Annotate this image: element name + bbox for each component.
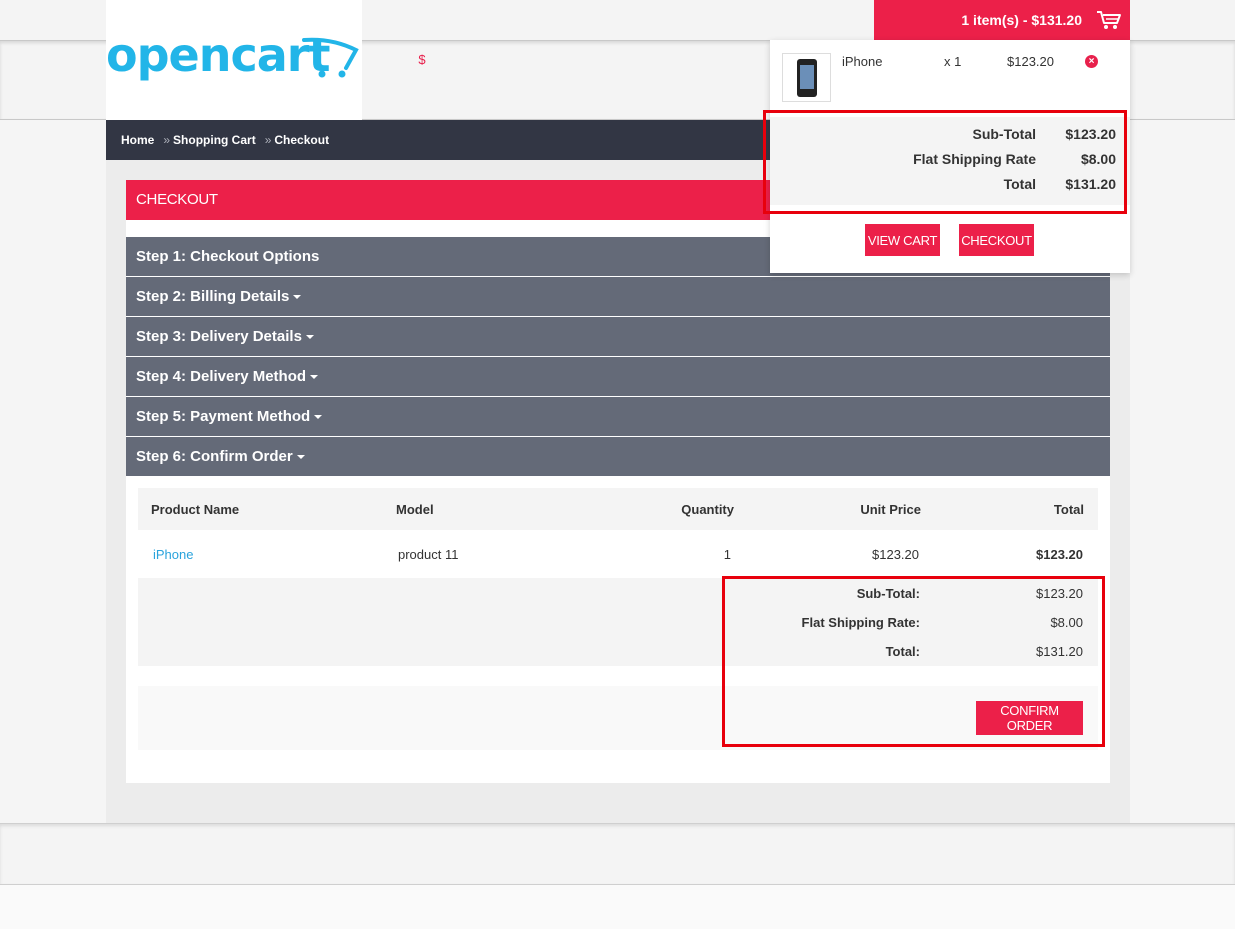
step-label: Step 1: Checkout Options xyxy=(136,248,320,265)
iphone-image xyxy=(796,58,817,97)
footer xyxy=(0,823,1235,885)
breadcrumb-home[interactable]: Home xyxy=(121,133,154,147)
breadcrumb-checkout[interactable]: Checkout xyxy=(274,133,329,147)
header-model: Model xyxy=(396,501,434,517)
currency-selector[interactable]: $ xyxy=(412,50,432,70)
step-label: Step 4: Delivery Method xyxy=(136,368,307,385)
checkout-button[interactable]: CHECKOUT xyxy=(959,224,1034,256)
caret-down-icon xyxy=(293,295,302,300)
product-total: $123.20 xyxy=(1036,547,1083,562)
step-payment-method[interactable]: Step 5: Payment Method xyxy=(126,397,1110,436)
step-label: Step 2: Billing Details xyxy=(136,288,290,305)
header-quantity: Quantity xyxy=(681,501,734,517)
product-quantity: 1 xyxy=(723,547,731,562)
breadcrumb: Home » Shopping Cart » Checkout xyxy=(106,120,786,160)
header-product-name: Product Name xyxy=(151,501,240,517)
product-unit-price: $123.20 xyxy=(872,547,919,562)
cart-item-name[interactable]: iPhone xyxy=(842,54,882,69)
remove-icon[interactable]: × xyxy=(1085,55,1098,68)
product-thumbnail[interactable] xyxy=(782,53,831,102)
step-billing-details[interactable]: Step 2: Billing Details xyxy=(126,277,1110,316)
caret-down-icon xyxy=(314,415,323,420)
page-bottom xyxy=(0,885,1235,929)
highlight-order-totals xyxy=(722,576,1105,747)
table-row: iPhone product 11 1 $123.20 $123.20 xyxy=(138,532,1098,577)
cart-item-price: $123.20 xyxy=(1007,54,1054,69)
logo-cart-icon xyxy=(302,37,359,78)
cart-button[interactable]: 1 item(s) - $131.20 xyxy=(874,0,1130,40)
header-unit-price: Unit Price xyxy=(860,501,921,517)
step-label: Step 3: Delivery Details xyxy=(136,328,302,345)
caret-down-icon xyxy=(305,335,314,340)
view-cart-button[interactable]: VIEW CART xyxy=(865,224,940,256)
step-label: Step 5: Payment Method xyxy=(136,408,311,425)
highlight-cart-totals xyxy=(763,110,1127,214)
caret-down-icon xyxy=(296,455,305,460)
shopping-cart-icon xyxy=(1097,11,1121,29)
caret-down-icon xyxy=(310,375,319,380)
order-table-header: Product Name Model Quantity Unit Price T… xyxy=(138,488,1098,530)
step-delivery-details[interactable]: Step 3: Delivery Details xyxy=(126,317,1110,356)
logo[interactable]: opencart xyxy=(106,0,362,120)
breadcrumb-separator: » xyxy=(264,133,272,147)
product-link[interactable]: iPhone xyxy=(153,547,193,562)
product-model: product 11 xyxy=(398,547,459,562)
step-label: Step 6: Confirm Order xyxy=(136,448,293,465)
header-total: Total xyxy=(1053,501,1084,517)
step-confirm-order[interactable]: Step 6: Confirm Order xyxy=(126,437,1110,476)
step-delivery-method[interactable]: Step 4: Delivery Method xyxy=(126,357,1110,396)
cart-button-label: 1 item(s) - $131.20 xyxy=(961,12,1082,28)
cart-item-qty: x 1 xyxy=(944,54,962,69)
breadcrumb-shopping-cart[interactable]: Shopping Cart xyxy=(173,133,256,147)
logo-text: opencart xyxy=(106,28,330,82)
breadcrumb-separator: » xyxy=(163,133,171,147)
